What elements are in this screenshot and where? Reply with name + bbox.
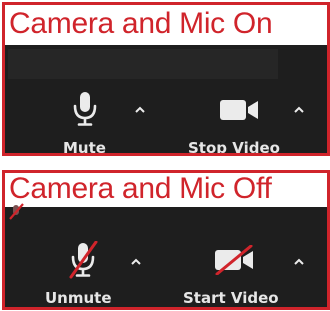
video-options-chevron-up-icon[interactable]	[292, 103, 306, 117]
start-video-button[interactable]: Start Video	[171, 239, 295, 307]
audio-options-chevron-up-icon[interactable]	[133, 103, 147, 117]
mute-button[interactable]: Mute	[45, 87, 135, 153]
mute-label: Mute	[63, 139, 106, 156]
unmute-label: Unmute	[45, 289, 112, 307]
toolbar-panel-off: Camera and Mic Off Unmute Start Video	[2, 170, 330, 310]
panel-title-on: Camera and Mic On	[9, 7, 273, 40]
video-options-chevron-up-icon[interactable]	[292, 255, 306, 269]
unmute-button[interactable]: Unmute	[41, 239, 137, 307]
stop-video-label: Stop Video	[188, 139, 280, 156]
toolbar-strip	[8, 49, 278, 79]
toolbar-panel-on: Camera and Mic On Mute Stop Video	[2, 2, 330, 156]
video-camera-off-icon	[215, 245, 253, 275]
muted-status-icon	[9, 203, 24, 220]
panel-title-off: Camera and Mic Off	[9, 172, 272, 205]
microphone-muted-icon	[69, 241, 98, 279]
start-video-label: Start Video	[183, 289, 279, 307]
microphone-icon	[73, 92, 97, 126]
stop-video-button[interactable]: Stop Video	[175, 87, 295, 153]
audio-options-chevron-up-icon[interactable]	[129, 255, 143, 269]
video-camera-icon	[220, 100, 258, 120]
